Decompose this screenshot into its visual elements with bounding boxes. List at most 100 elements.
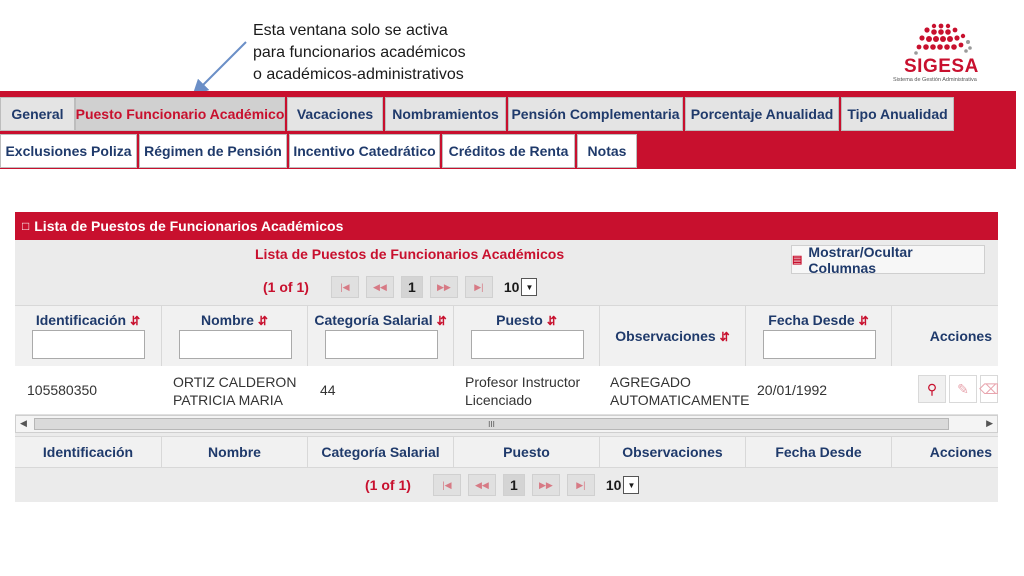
column-label: Puesto <box>496 312 543 328</box>
table-footer: Identificación Nombre Categoría Salarial… <box>15 436 998 468</box>
annotation-arrow-icon <box>192 41 247 96</box>
footer-column: Identificación <box>15 437 162 467</box>
filter-nombre-input[interactable] <box>179 330 292 359</box>
prev-page-icon[interactable]: ◀◀ <box>467 474 496 496</box>
list-icon: ▤ <box>792 254 803 266</box>
footer-column: Puesto <box>454 437 600 467</box>
prev-page-icon[interactable]: ◀◀ <box>365 276 394 298</box>
sort-icon[interactable]: ⇵ <box>859 314 869 328</box>
page-number-button[interactable]: 1 <box>502 474 525 496</box>
scrollbar-grip: III <box>488 419 495 429</box>
filter-identificacion-input[interactable] <box>32 330 145 359</box>
rows-per-page-select[interactable]: 10 ▼ <box>606 476 640 494</box>
cell-line: Profesor Instructor <box>465 374 581 390</box>
tab-nombramientos[interactable]: Nombramientos <box>385 97 506 131</box>
cell-puesto: Profesor Instructor Licenciado <box>465 373 580 409</box>
tab-bar: General Puesto Funcionario Académico Vac… <box>0 91 1016 169</box>
scroll-left-icon[interactable]: ◀ <box>20 418 27 429</box>
tab-puesto-funcionario-academico[interactable]: Puesto Funcionario Académico <box>75 97 285 131</box>
cell-line: Licenciado <box>465 392 532 408</box>
toggle-columns-button[interactable]: ▤ Mostrar/Ocultar Columnas <box>791 243 985 276</box>
tab-notas[interactable]: Notas <box>577 134 637 168</box>
chevron-down-icon[interactable]: ▼ <box>521 278 538 296</box>
tab-exclusiones-poliza[interactable]: Exclusiones Poliza <box>0 134 137 168</box>
column-label: Categoría Salarial <box>314 312 433 328</box>
trash-icon[interactable]: ⌫ <box>979 375 999 403</box>
next-page-icon[interactable]: ▶▶ <box>531 474 560 496</box>
table-header: Identificación ⇵ Nombre ⇵ Categoría Salari… <box>15 305 998 367</box>
footer-column: Observaciones <box>600 437 746 467</box>
table-row[interactable]: 105580350 ORTIZ CALDERON PATRICIA MARIA … <box>15 366 998 415</box>
document-icon: □ <box>22 219 30 233</box>
column-acciones: Acciones <box>892 306 998 366</box>
cell-line: AUTOMATICAMENTE <box>610 392 750 408</box>
tab-porcentaje-anualidad[interactable]: Porcentaje Anualidad <box>685 97 839 131</box>
annotation-line: para funcionarios académicos <box>253 44 466 61</box>
scroll-right-icon[interactable]: ▶ <box>986 418 993 429</box>
toggle-columns-label: Mostrar/Ocultar Columnas <box>808 243 913 276</box>
cell-fecha-desde: 20/01/1992 <box>757 382 828 398</box>
cell-identificacion: 105580350 <box>27 382 98 398</box>
first-page-icon[interactable]: |◀ <box>330 276 359 298</box>
footer-column: Nombre <box>162 437 308 467</box>
pencil-icon[interactable]: ✎ <box>949 375 977 403</box>
last-page-icon[interactable]: ▶| <box>464 276 493 298</box>
page-count: (1 of 1) <box>365 477 411 493</box>
bottom-paginator: (1 of 1) |◀ ◀◀ 1 ▶▶ ▶| 10 ▼ <box>365 473 640 497</box>
annotation-note: Esta ventana solo se activa para funcion… <box>253 20 466 86</box>
cell-line: AGREGADO <box>610 374 691 390</box>
cell-categoria: 44 <box>320 382 336 398</box>
sort-icon[interactable]: ⇵ <box>437 314 447 328</box>
column-categoria-salarial[interactable]: Categoría Salarial ⇵ <box>308 306 454 366</box>
tab-incentivo-catedratico[interactable]: Incentivo Catedrático <box>289 134 440 168</box>
cell-nombre: ORTIZ CALDERON PATRICIA MARIA <box>173 373 296 409</box>
next-page-icon[interactable]: ▶▶ <box>429 276 458 298</box>
column-nombre[interactable]: Nombre ⇵ <box>162 306 308 366</box>
filter-fecha-input[interactable] <box>763 330 876 359</box>
rows-per-page-select[interactable]: 10 ▼ <box>504 278 538 296</box>
page-number-button[interactable]: 1 <box>400 276 423 298</box>
tab-creditos-de-renta[interactable]: Créditos de Renta <box>442 134 575 168</box>
annotation-line: o académicos-administrativos <box>253 66 464 83</box>
column-observaciones[interactable]: Observaciones ⇵ <box>600 306 746 366</box>
cell-line: ORTIZ CALDERON <box>173 374 297 390</box>
sort-icon[interactable]: ⇵ <box>258 314 268 328</box>
last-page-icon[interactable]: ▶| <box>566 474 595 496</box>
tab-vacaciones[interactable]: Vacaciones <box>287 97 383 131</box>
first-page-icon[interactable]: |◀ <box>432 474 461 496</box>
grid-title: Lista de Puestos de Funcionarios Académi… <box>255 246 565 262</box>
column-label: Fecha Desde <box>768 312 855 328</box>
footer-column: Acciones <box>929 444 992 460</box>
panel-header: □ Lista de Puestos de Funcionarios Acadé… <box>15 212 998 240</box>
sort-icon[interactable]: ⇵ <box>130 314 140 328</box>
column-label: Observaciones <box>615 328 716 344</box>
page-count: (1 of 1) <box>263 279 309 295</box>
rows-per-page-value: 10 <box>605 477 622 493</box>
filter-puesto-input[interactable] <box>471 330 584 359</box>
logo-name: SIGESA <box>904 56 979 77</box>
sort-icon[interactable]: ⇵ <box>720 330 730 344</box>
column-label: Identificación <box>35 312 127 328</box>
tab-regimen-de-pension[interactable]: Régimen de Pensión <box>139 134 287 168</box>
tab-tipo-anualidad[interactable]: Tipo Anualidad <box>841 97 954 131</box>
column-fecha-desde[interactable]: Fecha Desde ⇵ <box>746 306 892 366</box>
column-identificacion[interactable]: Identificación ⇵ <box>15 306 162 366</box>
row-actions: ⚲ ✎ ⌫ <box>918 375 1001 403</box>
magnifier-icon[interactable]: ⚲ <box>918 375 946 403</box>
column-label: Acciones <box>929 328 992 344</box>
horizontal-scrollbar[interactable]: ◀ III ▶ <box>15 415 998 433</box>
panel-header-title: Lista de Puestos de Funcionarios Académi… <box>34 218 344 234</box>
rows-per-page-value: 10 <box>503 279 520 295</box>
top-paginator: (1 of 1) |◀ ◀◀ 1 ▶▶ ▶| 10 ▼ <box>263 275 538 299</box>
filter-categoria-input[interactable] <box>325 330 438 359</box>
column-puesto[interactable]: Puesto ⇵ <box>454 306 600 366</box>
annotation-line: Esta ventana solo se activa <box>253 22 448 39</box>
cell-observaciones: AGREGADO AUTOMATICAMENTE <box>610 373 750 409</box>
chevron-down-icon[interactable]: ▼ <box>623 476 640 494</box>
tab-pension-complementaria[interactable]: Pensión Complementaria <box>508 97 683 131</box>
scrollbar-thumb[interactable]: III <box>34 418 949 430</box>
footer-column: Categoría Salarial <box>308 437 454 467</box>
cell-line: PATRICIA MARIA <box>173 392 283 408</box>
sort-icon[interactable]: ⇵ <box>547 314 557 328</box>
tab-general[interactable]: General <box>0 97 75 131</box>
